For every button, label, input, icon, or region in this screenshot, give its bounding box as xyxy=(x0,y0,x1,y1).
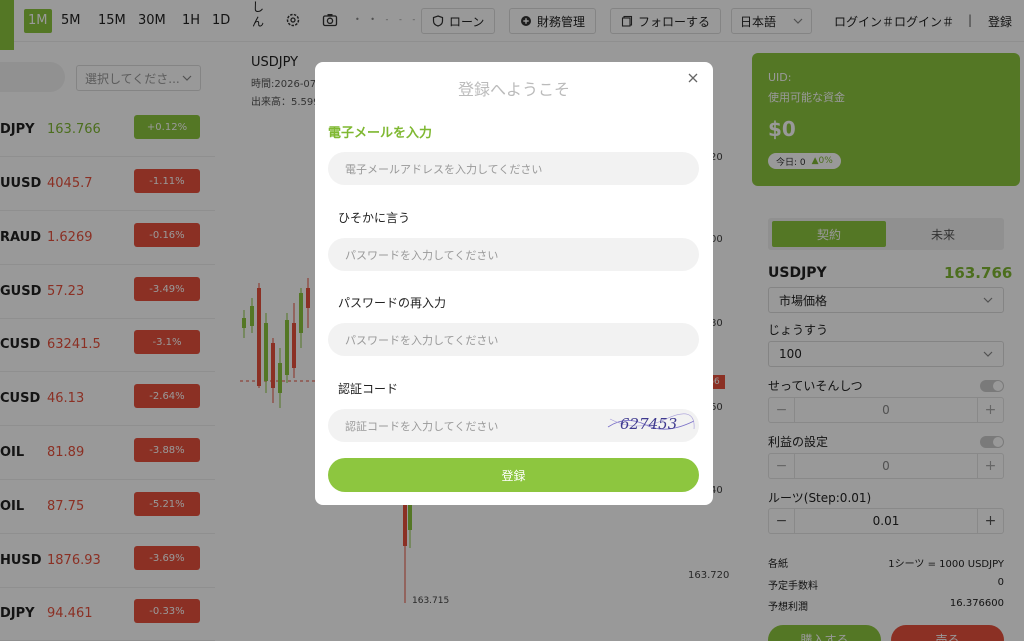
register-modal: 登録へようこそ 電子メールを入力 電子メールアドレスを入力してください ひそかに… xyxy=(315,62,713,505)
register-submit-button[interactable]: 登録 xyxy=(328,458,699,492)
captcha-label: 認証コード xyxy=(338,382,399,396)
password-field[interactable]: パスワードを入力してください xyxy=(328,238,699,271)
email-section-title: 電子メールを入力 xyxy=(328,126,433,141)
captcha-image[interactable]: 627453 xyxy=(606,407,696,439)
password-confirm-label: パスワードの再入力 xyxy=(338,296,447,310)
close-icon[interactable] xyxy=(686,71,700,85)
email-field[interactable]: 電子メールアドレスを入力してください xyxy=(328,152,699,185)
modal-title: 登録へようこそ xyxy=(457,80,570,99)
captcha-text: 627453 xyxy=(620,415,677,433)
password-label: ひそかに言う xyxy=(338,211,411,225)
password-confirm-field[interactable]: パスワードを入力してください xyxy=(328,323,699,356)
